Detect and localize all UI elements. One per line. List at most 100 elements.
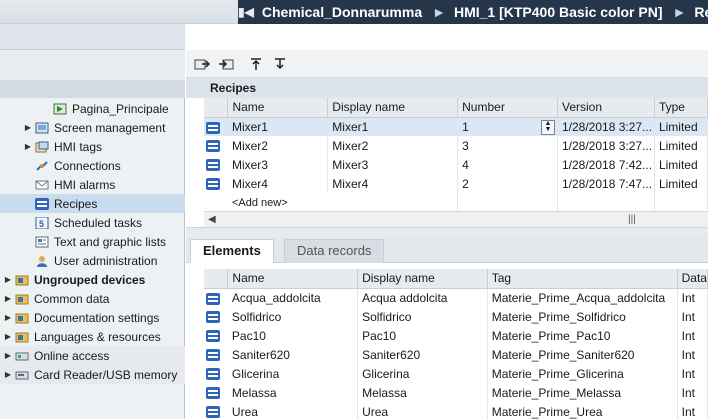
cell-version[interactable]: 1/28/2018 7:42...	[557, 155, 655, 174]
table-row[interactable]: Pac10 Pac10 Materie_Prime_Pac10 Int	[204, 326, 708, 345]
tree-item-hmi-tags[interactable]: ▶ HMI tags	[0, 137, 185, 156]
table-row[interactable]: Solfidrico Solfidrico Materie_Prime_Solf…	[204, 307, 708, 326]
column-header-display-name[interactable]: Display name	[357, 269, 488, 289]
menu-icon[interactable]: ▮	[238, 5, 245, 19]
cell-name[interactable]: Melassa	[227, 383, 359, 402]
cell-data-type[interactable]: Int	[677, 345, 708, 364]
cell-tag[interactable]: Materie_Prime_Glicerina	[487, 364, 678, 383]
cell-display-name[interactable]: Urea	[357, 402, 488, 419]
cell-name[interactable]: Saniter620	[227, 345, 359, 364]
tree-item-documentation-settings[interactable]: ▶ Documentation settings	[0, 308, 185, 327]
tree-item-connections[interactable]: Connections	[0, 156, 185, 175]
cell-number[interactable]: 4	[457, 155, 558, 174]
breadcrumb-project[interactable]: Chemical_Donnarumma	[262, 4, 422, 20]
cell-type[interactable]: Limited	[654, 136, 708, 155]
tree-item-hmi-alarms[interactable]: HMI alarms	[0, 175, 185, 194]
table-row[interactable]: Mixer3 Mixer3 4 1/28/2018 7:42... Limite…	[204, 155, 708, 174]
tree-item-text-graphic-lists[interactable]: Text and graphic lists	[0, 232, 185, 251]
cell-type[interactable]: Limited	[654, 174, 708, 193]
cell-name[interactable]: Mixer2	[227, 136, 329, 155]
cell-name[interactable]: Solfidrico	[227, 307, 359, 326]
table-row-add-new[interactable]: <Add new>	[204, 193, 708, 212]
table-row[interactable]: Saniter620 Saniter620 Materie_Prime_Sani…	[204, 345, 708, 364]
cell-tag[interactable]: Materie_Prime_Urea	[487, 402, 678, 419]
table-row[interactable]: Mixer1 Mixer1 1 ▲ ▼ 1/28/2018 3:27... Limi…	[204, 117, 708, 136]
column-header-display-name[interactable]: Display name	[327, 98, 459, 118]
cell-data-type[interactable]: Int	[677, 402, 708, 419]
expand-arrow-icon[interactable]: ▶	[22, 123, 34, 132]
cell-display-name[interactable]: Mixer1	[327, 117, 459, 136]
tree-item-languages-resources[interactable]: ▶ Languages & resources	[0, 327, 185, 346]
cell-type[interactable]: Limited	[654, 117, 708, 136]
cell-data-type[interactable]: Int	[677, 307, 708, 326]
table-row[interactable]: Glicerina Glicerina Materie_Prime_Glicer…	[204, 364, 708, 383]
cell-display-name[interactable]: Mixer2	[327, 136, 459, 155]
cell-name[interactable]: Mixer1	[227, 117, 329, 136]
cell-number[interactable]: 2	[457, 174, 558, 193]
cell-data-type[interactable]: Int	[677, 364, 708, 383]
table-row[interactable]: Mixer2 Mixer2 3 1/28/2018 3:27... Limite…	[204, 136, 708, 155]
cell-display-name[interactable]: Pac10	[357, 326, 488, 345]
expand-arrow-icon[interactable]: ▶	[2, 351, 14, 360]
expand-arrow-icon[interactable]: ▶	[2, 275, 14, 284]
cell-number[interactable]: 1 ▲ ▼	[457, 117, 558, 136]
scroll-grip-icon[interactable]: |||	[628, 212, 636, 228]
cell-display-name[interactable]: Solfidrico	[357, 307, 488, 326]
cell-name[interactable]: Mixer3	[227, 155, 329, 174]
tree-item-scheduled-tasks[interactable]: 5 Scheduled tasks	[0, 213, 185, 232]
cell-tag[interactable]: Materie_Prime_Solfidrico	[487, 307, 678, 326]
expand-arrow-icon[interactable]: ▶	[2, 332, 14, 341]
column-header-number[interactable]: Number	[457, 98, 558, 118]
cell-data-type[interactable]: Int	[677, 288, 708, 307]
horizontal-scrollbar[interactable]: ◀ |||	[204, 211, 708, 227]
scroll-left-icon[interactable]: ◀	[208, 212, 216, 228]
cell-tag[interactable]: Materie_Prime_Melassa	[487, 383, 678, 402]
tree-item-card-reader[interactable]: ▶ Card Reader/USB memory	[0, 365, 185, 384]
tab-data-records[interactable]: Data records	[284, 239, 385, 263]
expand-arrow-icon[interactable]: ▶	[2, 313, 14, 322]
tree-item-screen-management[interactable]: ▶ Screen management	[0, 118, 185, 137]
cell-display-name[interactable]: Acqua addolcita	[357, 288, 488, 307]
cell-name[interactable]: Urea	[227, 402, 359, 419]
cell-data-type[interactable]: Int	[677, 383, 708, 402]
export-icon[interactable]	[192, 54, 212, 74]
tree-item-ungrouped-devices[interactable]: ▶ Ungrouped devices	[0, 270, 185, 289]
cell-display-name[interactable]: Glicerina	[357, 364, 488, 383]
breadcrumb-device[interactable]: HMI_1 [KTP400 Basic color PN]	[454, 4, 663, 20]
expand-arrow-icon[interactable]: ▶	[2, 294, 14, 303]
cell-name[interactable]: Mixer4	[227, 174, 329, 193]
tree-item-user-administration[interactable]: User administration	[0, 251, 185, 270]
cell-display-name[interactable]: Saniter620	[357, 345, 488, 364]
number-stepper[interactable]: ▲ ▼	[540, 119, 555, 135]
cell-tag[interactable]: Materie_Prime_Acqua_addolcita	[487, 288, 678, 307]
expand-arrow-icon[interactable]: ▶	[22, 142, 34, 151]
move-up-icon[interactable]	[246, 54, 266, 74]
cell-version[interactable]: 1/28/2018 3:27...	[557, 117, 655, 136]
tree-item-recipes[interactable]: Recipes	[0, 194, 185, 213]
table-row[interactable]: Mixer4 Mixer4 2 1/28/2018 7:47... Limite…	[204, 174, 708, 193]
cell-version[interactable]: 1/28/2018 7:47...	[557, 174, 655, 193]
cell-name[interactable]: Glicerina	[227, 364, 359, 383]
import-icon[interactable]	[216, 54, 236, 74]
cell-number[interactable]: 3	[457, 136, 558, 155]
add-new-recipe[interactable]: <Add new>	[227, 193, 459, 212]
breadcrumb-recipes[interactable]: Re	[694, 4, 708, 20]
cell-name[interactable]: Acqua_addolcita	[227, 288, 359, 307]
table-row[interactable]: Urea Urea Materie_Prime_Urea Int	[204, 402, 708, 419]
column-header-type[interactable]: Type	[654, 98, 708, 118]
column-header-name[interactable]: Name	[227, 269, 359, 289]
column-header-version[interactable]: Version	[557, 98, 655, 118]
cell-version[interactable]: 1/28/2018 3:27...	[557, 136, 655, 155]
cell-display-name[interactable]: Melassa	[357, 383, 488, 402]
tree-item-common-data[interactable]: ▶ Common data	[0, 289, 185, 308]
pane-splitter[interactable]	[186, 227, 708, 237]
cell-display-name[interactable]: Mixer4	[327, 174, 459, 193]
cell-type[interactable]: Limited	[654, 155, 708, 174]
back-icon[interactable]: ◀	[245, 5, 254, 19]
table-row[interactable]: Melassa Melassa Materie_Prime_Melassa In…	[204, 383, 708, 402]
table-row[interactable]: Acqua_addolcita Acqua addolcita Materie_…	[204, 288, 708, 307]
cell-display-name[interactable]: Mixer3	[327, 155, 459, 174]
cell-tag[interactable]: Materie_Prime_Pac10	[487, 326, 678, 345]
tree-item-online-access[interactable]: ▶ Online access	[0, 346, 185, 365]
column-header-tag[interactable]: Tag	[487, 269, 678, 289]
